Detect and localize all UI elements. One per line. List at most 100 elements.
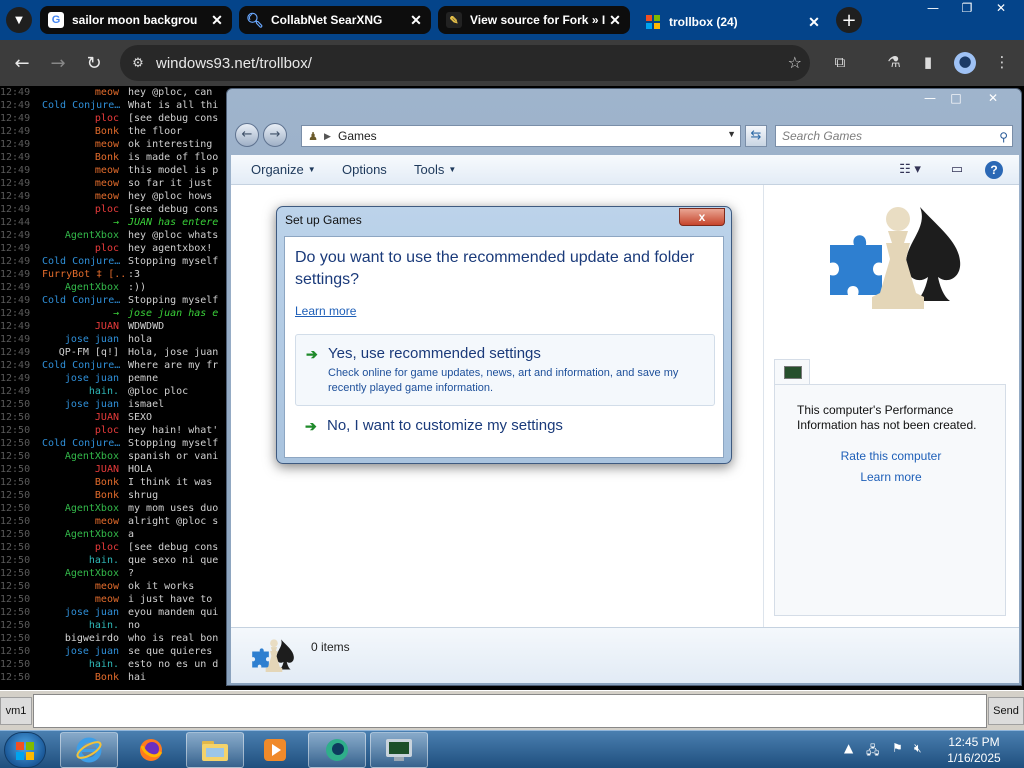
close-tab-icon[interactable]: ✕ bbox=[805, 14, 823, 31]
tab-view-source[interactable]: ✎ View source for Fork » I ✕ bbox=[438, 6, 630, 34]
message-nick[interactable]: jose juan bbox=[42, 606, 128, 619]
close-icon[interactable]: ✕ bbox=[971, 89, 1015, 107]
close-tab-icon[interactable]: ✕ bbox=[606, 12, 624, 29]
message-nick[interactable]: Cold Conjure… bbox=[42, 359, 128, 372]
message-nick[interactable]: meow bbox=[42, 190, 128, 203]
help-icon[interactable]: ? bbox=[985, 161, 1003, 179]
message-nick[interactable]: hain. bbox=[42, 619, 128, 632]
message-nick[interactable]: FurryBot ‡ [.. bbox=[42, 268, 128, 281]
taskbar-ie[interactable] bbox=[60, 732, 118, 768]
system-clock[interactable]: 12:45 PM 1/16/2025 bbox=[940, 734, 1008, 766]
message-nick[interactable]: meow bbox=[42, 515, 128, 528]
options-button[interactable]: Options bbox=[342, 162, 387, 177]
profile-avatar-icon[interactable]: ● bbox=[954, 52, 976, 74]
minimize-icon[interactable]: — bbox=[916, 0, 950, 18]
message-nick[interactable]: Bonk bbox=[42, 671, 128, 684]
message-nick[interactable]: AgentXbox bbox=[42, 281, 128, 294]
action-center-flag-icon[interactable]: ⚑ bbox=[892, 741, 903, 755]
show-hidden-icons[interactable]: ▲ bbox=[844, 741, 853, 755]
forward-arrow-icon[interactable]: → bbox=[263, 123, 287, 147]
message-nick[interactable]: AgentXbox bbox=[42, 567, 128, 580]
message-nick[interactable]: Cold Conjure… bbox=[42, 255, 128, 268]
forward-arrow-icon[interactable]: → bbox=[46, 51, 70, 75]
message-nick[interactable]: AgentXbox bbox=[42, 450, 128, 463]
message-nick[interactable]: ploc bbox=[42, 424, 128, 437]
message-nick[interactable]: AgentXbox bbox=[42, 528, 128, 541]
search-games-input[interactable]: Search Games ⚲ bbox=[775, 125, 1013, 147]
preview-pane-icon[interactable]: ▭ bbox=[947, 161, 967, 179]
breadcrumb-separator-icon[interactable]: ▶ bbox=[324, 131, 338, 142]
message-nick[interactable]: Cold Conjure… bbox=[42, 99, 128, 112]
message-nick[interactable]: hain. bbox=[42, 554, 128, 567]
message-nick[interactable]: meow bbox=[42, 177, 128, 190]
back-arrow-icon[interactable]: ← bbox=[10, 51, 34, 75]
performance-tab[interactable] bbox=[774, 359, 810, 385]
close-window-icon[interactable]: ✕ bbox=[984, 0, 1018, 18]
tab-trollbox[interactable]: trollbox (24) ✕ bbox=[637, 4, 829, 40]
organize-menu[interactable]: Organize ▼ bbox=[251, 162, 316, 177]
labs-flask-icon[interactable]: ⚗ bbox=[884, 53, 904, 73]
message-nick[interactable]: jose juan bbox=[42, 372, 128, 385]
message-nick[interactable]: AgentXbox bbox=[42, 502, 128, 515]
refresh-icon[interactable]: ⇆ bbox=[745, 125, 767, 147]
message-nick[interactable]: ploc bbox=[42, 242, 128, 255]
message-nick[interactable]: jose juan bbox=[42, 645, 128, 658]
message-nick[interactable]: JUAN bbox=[42, 463, 128, 476]
back-arrow-icon[interactable]: ← bbox=[235, 123, 259, 147]
site-info-icon[interactable]: ⚙ bbox=[120, 56, 156, 71]
message-nick[interactable]: Bonk bbox=[42, 476, 128, 489]
message-nick[interactable]: Bonk bbox=[42, 125, 128, 138]
message-nick[interactable]: meow bbox=[42, 580, 128, 593]
more-menu-icon[interactable]: ⋮ bbox=[992, 53, 1012, 73]
taskbar-messenger[interactable] bbox=[308, 732, 366, 768]
chevron-down-icon[interactable]: ▼ bbox=[727, 129, 736, 139]
chat-message-input[interactable] bbox=[33, 694, 987, 728]
nickname-button[interactable]: vm1 bbox=[0, 697, 32, 725]
message-nick[interactable]: Cold Conjure… bbox=[42, 294, 128, 307]
message-nick[interactable]: meow bbox=[42, 86, 128, 99]
message-nick[interactable]: meow bbox=[42, 593, 128, 606]
send-button[interactable]: Send bbox=[988, 697, 1024, 725]
rate-computer-link[interactable]: Rate this computer bbox=[775, 449, 1007, 463]
close-tab-icon[interactable]: ✕ bbox=[208, 12, 226, 29]
reload-icon[interactable]: ↻ bbox=[82, 51, 106, 75]
customize-settings-option[interactable]: ➔ No, I want to customize my settings bbox=[295, 415, 715, 445]
message-nick[interactable]: ploc bbox=[42, 203, 128, 216]
extensions-icon[interactable]: ⧉ bbox=[830, 53, 850, 73]
message-nick[interactable]: → bbox=[42, 307, 128, 320]
taskbar-explorer[interactable] bbox=[186, 732, 244, 768]
taskbar-media-player[interactable] bbox=[246, 732, 304, 768]
dialog-close-button[interactable]: x bbox=[679, 208, 725, 226]
recommended-settings-option[interactable]: ➔ Yes, use recommended settings Check on… bbox=[295, 334, 715, 406]
taskbar-firefox[interactable] bbox=[122, 732, 180, 768]
message-nick[interactable]: JUAN bbox=[42, 411, 128, 424]
address-bar[interactable]: ⚙ windows93.net/trollbox/ ☆ bbox=[120, 45, 810, 81]
message-nick[interactable]: Bonk bbox=[42, 489, 128, 502]
search-icon[interactable]: ⚲ bbox=[999, 127, 1008, 147]
message-nick[interactable]: ploc bbox=[42, 541, 128, 554]
message-nick[interactable]: Cold Conjure… bbox=[42, 437, 128, 450]
view-options-icon[interactable]: ☷ ▾ bbox=[895, 161, 925, 179]
message-nick[interactable]: JUAN bbox=[42, 320, 128, 333]
message-nick[interactable]: hain. bbox=[42, 658, 128, 671]
dialog-learn-more-link[interactable]: Learn more bbox=[295, 304, 356, 318]
message-nick[interactable]: jose juan bbox=[42, 398, 128, 411]
message-nick[interactable]: meow bbox=[42, 164, 128, 177]
breadcrumb-games[interactable]: Games bbox=[338, 129, 377, 143]
start-button[interactable] bbox=[4, 732, 46, 768]
message-nick[interactable]: bigweirdo bbox=[42, 632, 128, 645]
network-icon[interactable]: 🖧 bbox=[866, 741, 879, 762]
tools-menu[interactable]: Tools ▼ bbox=[414, 162, 456, 177]
new-tab-button[interactable]: + bbox=[836, 7, 862, 33]
close-tab-icon[interactable]: ✕ bbox=[407, 12, 425, 29]
message-nick[interactable]: meow bbox=[42, 138, 128, 151]
message-nick[interactable]: jose juan bbox=[42, 333, 128, 346]
message-nick[interactable]: ploc bbox=[42, 112, 128, 125]
volume-muted-icon[interactable]: 🔇︎ bbox=[914, 741, 922, 756]
message-nick[interactable]: → bbox=[42, 216, 128, 229]
taskbar-terminal[interactable] bbox=[370, 732, 428, 768]
explorer-address-bar[interactable]: ♟ ▶ Games ▼ bbox=[301, 125, 741, 147]
message-nick[interactable]: AgentXbox bbox=[42, 229, 128, 242]
learn-more-link[interactable]: Learn more bbox=[775, 470, 1007, 484]
message-nick[interactable]: QP-FM [q!] bbox=[42, 346, 128, 359]
